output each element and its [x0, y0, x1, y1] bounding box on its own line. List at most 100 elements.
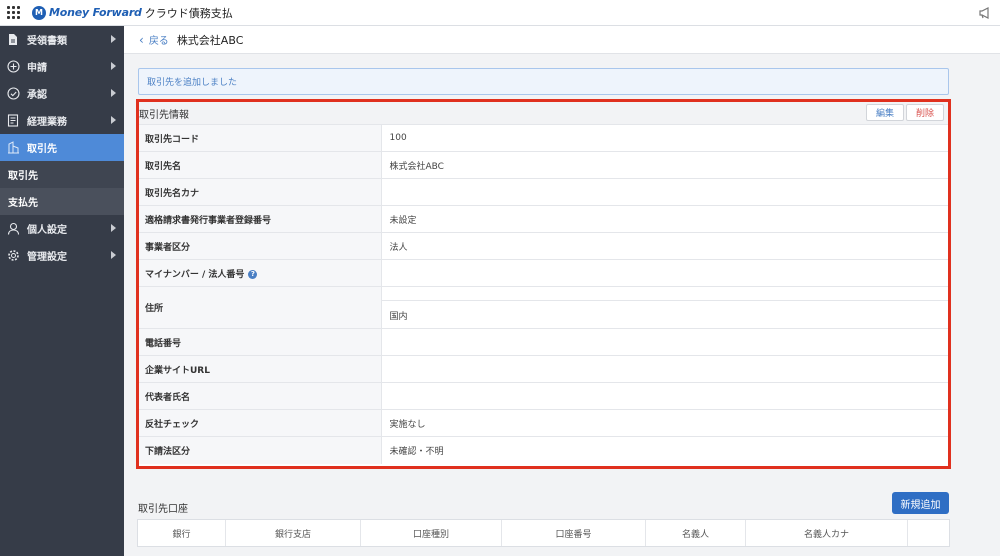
success-notice: 取引先を追加しました: [138, 68, 949, 95]
caret-right-icon: [111, 251, 116, 259]
column-header-branch[interactable]: 銀行支店: [226, 520, 361, 546]
partner-info-panel: 取引先情報 編集 削除 取引先コード 100 取引先名 株式会社ABC 取引先名…: [136, 99, 951, 469]
sidebar-item-label: 管理設定: [27, 252, 67, 263]
field-value: [381, 259, 948, 287]
field-label: 住所: [139, 286, 382, 329]
table-row: 適格請求書発行事業者登録番号 未設定: [139, 205, 948, 233]
field-value: 国内: [389, 312, 408, 322]
field-label: 代表者氏名: [139, 382, 382, 410]
field-label-with-help: マイナンバー / 法人番号?: [139, 259, 382, 287]
field-value: 実施なし: [381, 409, 948, 437]
caret-right-icon: [111, 89, 116, 97]
sidebar: 受領書類 申請 承認 経理業務 取引先 取引先 支払先 個人設定 管理設定: [0, 26, 124, 556]
accounts-section-title: 取引先口座: [138, 504, 188, 515]
page-title: 株式会社ABC: [176, 33, 244, 47]
caret-right-icon: [111, 62, 116, 70]
ledger-icon: [6, 114, 20, 128]
sidebar-item-approval[interactable]: 承認: [0, 80, 124, 107]
sidebar-subitem-payees[interactable]: 支払先: [0, 188, 124, 215]
sidebar-item-request[interactable]: 申請: [0, 53, 124, 80]
field-label: 電話番号: [139, 328, 382, 356]
column-header-bank[interactable]: 銀行: [138, 520, 226, 546]
address-cell: 国内: [381, 286, 948, 329]
field-label: 適格請求書発行事業者登録番号: [139, 205, 382, 233]
caret-right-icon: [111, 35, 116, 43]
sidebar-item-label: 承認: [27, 90, 47, 101]
check-circle-icon: [6, 87, 20, 101]
sidebar-item-partners[interactable]: 取引先: [0, 134, 124, 161]
sidebar-item-label: 申請: [27, 63, 47, 74]
field-value: 未設定: [381, 205, 948, 233]
field-value: [381, 382, 948, 410]
field-label: 企業サイトURL: [139, 355, 382, 383]
column-header-account-number[interactable]: 口座番号: [502, 520, 646, 546]
brand-name: Money Forward: [49, 6, 142, 19]
partner-info-table: 取引先コード 100 取引先名 株式会社ABC 取引先名カナ 適格請求書発行事業…: [139, 124, 948, 464]
sidebar-item-label: 個人設定: [27, 225, 67, 236]
sidebar-item-label: 取引先: [27, 144, 57, 155]
field-value: 未確認・不明: [381, 436, 948, 464]
building-icon: [6, 141, 20, 155]
sidebar-item-accounting[interactable]: 経理業務: [0, 107, 124, 134]
edit-button[interactable]: 編集: [865, 104, 904, 121]
plus-circle-icon: [6, 60, 20, 74]
table-row: マイナンバー / 法人番号?: [139, 259, 948, 287]
sidebar-item-received-documents[interactable]: 受領書類: [0, 26, 124, 53]
table-row: 事業者区分 法人: [139, 232, 948, 260]
field-label: 取引先名カナ: [139, 178, 382, 206]
delete-button[interactable]: 削除: [905, 104, 944, 121]
field-label: 反社チェック: [139, 409, 382, 437]
sidebar-item-label: 受領書類: [27, 36, 67, 47]
table-row: 反社チェック 実施なし: [139, 409, 948, 437]
main-content: ‹ 戻る 株式会社ABC 取引先を追加しました 取引先情報 編集 削除 取引先コ…: [124, 26, 1000, 556]
table-row: 代表者氏名: [139, 382, 948, 410]
divider: [381, 300, 948, 301]
accounts-table-header: 銀行 銀行支店 口座種別 口座番号 名義人 名義人カナ: [137, 519, 950, 547]
add-account-button[interactable]: 新規追加: [892, 492, 949, 514]
field-value: 株式会社ABC: [381, 151, 948, 179]
user-icon: [6, 222, 20, 236]
chevron-left-icon: ‹: [139, 32, 144, 47]
back-link[interactable]: ‹ 戻る: [139, 32, 169, 48]
page-header: ‹ 戻る 株式会社ABC: [124, 26, 1000, 54]
field-value: [381, 328, 948, 356]
money-forward-logo-icon: M: [32, 5, 46, 20]
table-row: 取引先名カナ: [139, 178, 948, 206]
app-grid-icon[interactable]: [0, 0, 26, 26]
sidebar-item-admin-settings[interactable]: 管理設定: [0, 242, 124, 269]
back-label: 戻る: [148, 36, 169, 47]
table-row: 企業サイトURL: [139, 355, 948, 383]
field-label: マイナンバー / 法人番号: [145, 269, 245, 280]
field-label: 取引先名: [139, 151, 382, 179]
field-value: [381, 355, 948, 383]
field-label: 取引先コード: [139, 124, 382, 152]
column-header-holder-kana[interactable]: 名義人カナ: [746, 520, 908, 546]
field-value: 法人: [381, 232, 948, 260]
help-icon[interactable]: ?: [248, 269, 258, 279]
column-header-holder[interactable]: 名義人: [646, 520, 746, 546]
table-row: 住所 国内: [139, 286, 948, 329]
sidebar-item-label: 経理業務: [27, 117, 67, 128]
table-row: 下請法区分 未確認・不明: [139, 436, 948, 464]
gear-icon: [6, 249, 20, 263]
field-label: 下請法区分: [139, 436, 382, 464]
sidebar-item-personal-settings[interactable]: 個人設定: [0, 215, 124, 242]
column-header-actions: [908, 520, 949, 546]
panel-title: 取引先情報: [139, 109, 189, 121]
top-bar: M Money Forward クラウド債務支払: [0, 0, 1000, 26]
megaphone-icon[interactable]: [978, 6, 992, 20]
caret-right-icon: [111, 224, 116, 232]
column-header-account-type[interactable]: 口座種別: [361, 520, 502, 546]
sidebar-subitem-partners[interactable]: 取引先: [0, 161, 124, 188]
field-value: [381, 178, 948, 206]
table-row: 取引先名 株式会社ABC: [139, 151, 948, 179]
product-name: クラウド債務支払: [144, 6, 233, 20]
field-label: 事業者区分: [139, 232, 382, 260]
table-row: 取引先コード 100: [139, 124, 948, 152]
field-value: 100: [381, 124, 948, 152]
logo[interactable]: M Money Forward クラウド債務支払: [32, 5, 233, 21]
document-icon: [6, 33, 20, 47]
panel-header: 取引先情報 編集 削除: [139, 102, 948, 124]
table-row: 電話番号: [139, 328, 948, 356]
caret-right-icon: [111, 116, 116, 124]
